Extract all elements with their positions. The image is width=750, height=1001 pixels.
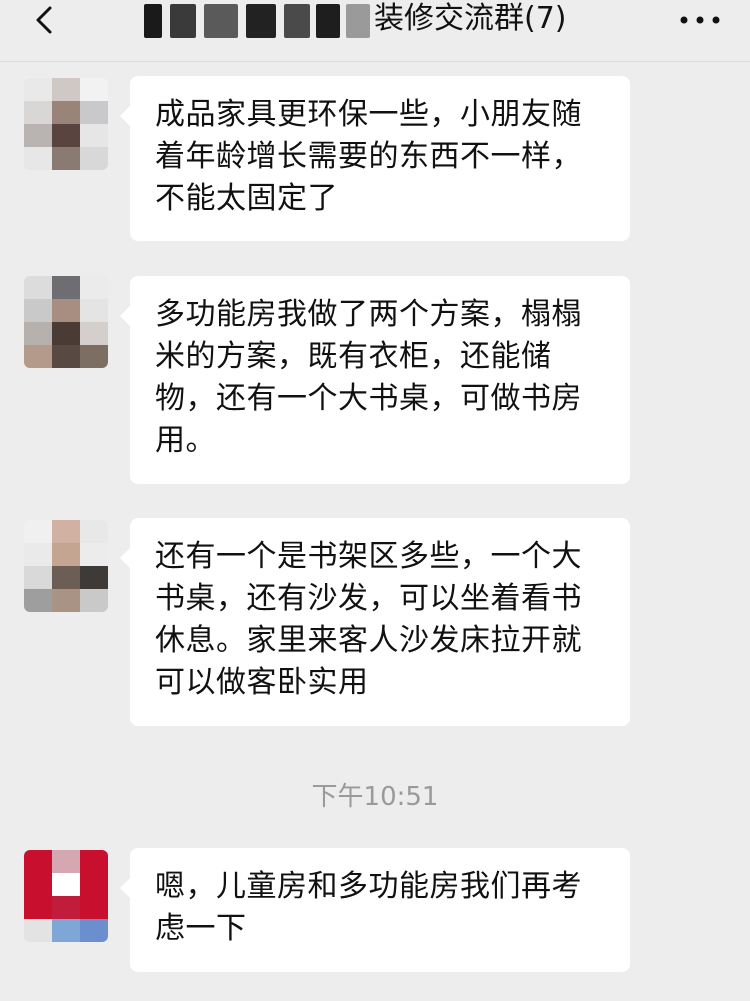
message-text: 多功能房我做了两个方案，榻榻米的方案，既有衣柜，还能储物，还有一个大书桌，可做书… bbox=[155, 297, 582, 458]
message-bubble[interactable]: 嗯，儿童房和多功能房我们再考虑一下 bbox=[120, 848, 630, 972]
chevron-left-icon bbox=[36, 6, 52, 34]
avatar[interactable] bbox=[24, 78, 108, 170]
redacted-block bbox=[316, 4, 340, 38]
message-bubble[interactable]: 成品家具更环保一些，小朋友随着年龄增长需要的东西不一样，不能太固定了 bbox=[120, 76, 630, 241]
chat-header: 装修交流群(7) bbox=[0, 0, 750, 62]
time-separator: 下午10:51 bbox=[311, 782, 439, 812]
message-text: 还有一个是书架区多些，一个大书桌，还有沙发，可以坐着看书休息。家里来客人沙发床拉… bbox=[155, 539, 582, 700]
message-bubble[interactable]: 还有一个是书架区多些，一个大书桌，还有沙发，可以坐着看书休息。家里来客人沙发床拉… bbox=[120, 518, 630, 726]
message-text: 嗯，儿童房和多功能房我们再考虑一下 bbox=[155, 869, 582, 946]
more-dots-icon bbox=[680, 16, 720, 24]
message-text: 成品家具更环保一些，小朋友随着年龄增长需要的东西不一样，不能太固定了 bbox=[155, 97, 582, 216]
avatar[interactable] bbox=[24, 276, 108, 368]
redacted-block bbox=[346, 4, 370, 38]
avatar[interactable] bbox=[24, 850, 108, 942]
redacted-block bbox=[204, 4, 238, 38]
avatar[interactable] bbox=[24, 520, 108, 612]
redacted-block bbox=[144, 4, 162, 38]
more-button[interactable] bbox=[672, 4, 728, 36]
chat-title-area: 装修交流群(7) bbox=[130, 0, 620, 44]
chat-title: 装修交流群(7) bbox=[374, 1, 567, 36]
message-bubble[interactable]: 多功能房我做了两个方案，榻榻米的方案，既有衣柜，还能储物，还有一个大书桌，可做书… bbox=[120, 276, 630, 484]
back-button[interactable] bbox=[26, 2, 66, 42]
redacted-block bbox=[246, 4, 276, 38]
redacted-block bbox=[170, 4, 196, 38]
redacted-block bbox=[284, 4, 310, 38]
